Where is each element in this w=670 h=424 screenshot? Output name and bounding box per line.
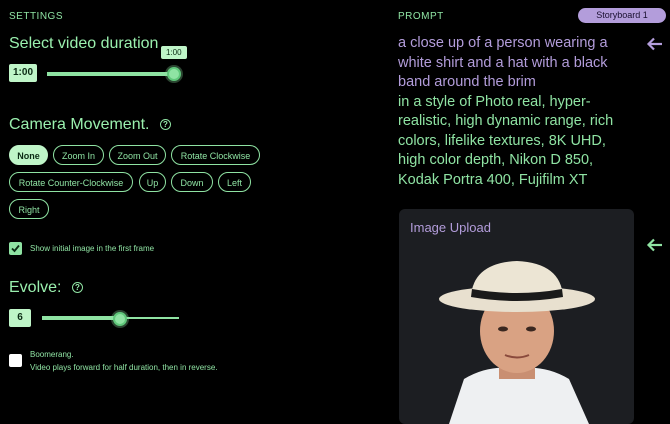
boomerang-label: Boomerang. bbox=[30, 350, 74, 359]
arrow-left-icon bbox=[646, 37, 662, 51]
storyboard-tab[interactable]: Storyboard 1 bbox=[578, 8, 666, 23]
camera-option-left[interactable]: Left bbox=[218, 172, 251, 192]
camera-option-rotate-counter-clockwise[interactable]: Rotate Counter-Clockwise bbox=[9, 172, 133, 192]
duration-title: Select video duration bbox=[9, 35, 159, 52]
camera-option-none[interactable]: None bbox=[9, 145, 48, 165]
camera-option-down[interactable]: Down bbox=[171, 172, 213, 192]
camera-option-rotate-clockwise[interactable]: Rotate Clockwise bbox=[171, 145, 260, 165]
duration-value[interactable]: 1:00 bbox=[9, 64, 38, 82]
evolve-slider-fill bbox=[42, 316, 118, 320]
show-initial-checkbox[interactable] bbox=[9, 242, 22, 255]
uploaded-photo bbox=[439, 261, 595, 424]
prompt-style-line: in a style of Photo real, hyper- bbox=[398, 93, 591, 110]
evolve-title: Evolve: ? bbox=[9, 279, 83, 297]
duration-slider-thumb[interactable] bbox=[167, 67, 181, 81]
settings-section-label: SETTINGS bbox=[9, 11, 64, 22]
camera-option-zoom-in[interactable]: Zoom In bbox=[53, 145, 104, 165]
camera-option-right[interactable]: Right bbox=[9, 199, 49, 219]
duration-slider[interactable] bbox=[47, 72, 177, 76]
evolve-slider-thumb[interactable] bbox=[113, 312, 127, 326]
camera-movement-title-text: Camera Movement. bbox=[9, 116, 150, 133]
boomerang-description: Video plays forward for half duration, t… bbox=[30, 363, 218, 372]
image-upload-card[interactable]: Image Upload bbox=[399, 209, 634, 424]
prompt-text[interactable]: a close up of a person wearing a white s… bbox=[398, 34, 643, 190]
camera-option-zoom-out[interactable]: Zoom Out bbox=[109, 145, 166, 165]
camera-movement-title: Camera Movement. ? bbox=[9, 116, 171, 134]
duration-tooltip: 1:00 bbox=[161, 46, 187, 59]
image-upload-title: Image Upload bbox=[410, 220, 491, 235]
help-icon[interactable]: ? bbox=[71, 282, 83, 294]
prompt-subject-line: white shirt and a hat with a black bbox=[398, 54, 608, 71]
prompt-style-line: realistic, high dynamic range, rich bbox=[398, 113, 614, 129]
evolve-value[interactable]: 6 bbox=[9, 309, 31, 327]
boomerang-checkbox[interactable] bbox=[9, 354, 22, 367]
help-icon[interactable]: ? bbox=[159, 119, 171, 131]
prompt-style-line: Kodak Portra 400, Fujifilm XT bbox=[398, 171, 588, 188]
prompt-subject-line: band around the brim bbox=[398, 74, 536, 90]
evolve-title-text: Evolve: bbox=[9, 279, 62, 296]
prompt-style-line: high color depth, Nikon D 850, bbox=[398, 152, 594, 168]
duration-slider-fill bbox=[47, 72, 177, 76]
checkmark-icon bbox=[11, 244, 20, 253]
prompt-subject-line: a close up of a person wearing a bbox=[398, 35, 608, 51]
prompt-section-label: PROMPT bbox=[398, 11, 444, 22]
arrow-left-icon bbox=[646, 238, 662, 252]
prompt-style-line: colors, lifelike textures, 8K UHD, bbox=[398, 132, 606, 149]
show-initial-label: Show initial image in the first frame bbox=[30, 244, 155, 253]
upload-arrow-button[interactable] bbox=[646, 237, 664, 258]
prompt-arrow-button[interactable] bbox=[646, 36, 664, 57]
camera-option-up[interactable]: Up bbox=[139, 172, 166, 192]
